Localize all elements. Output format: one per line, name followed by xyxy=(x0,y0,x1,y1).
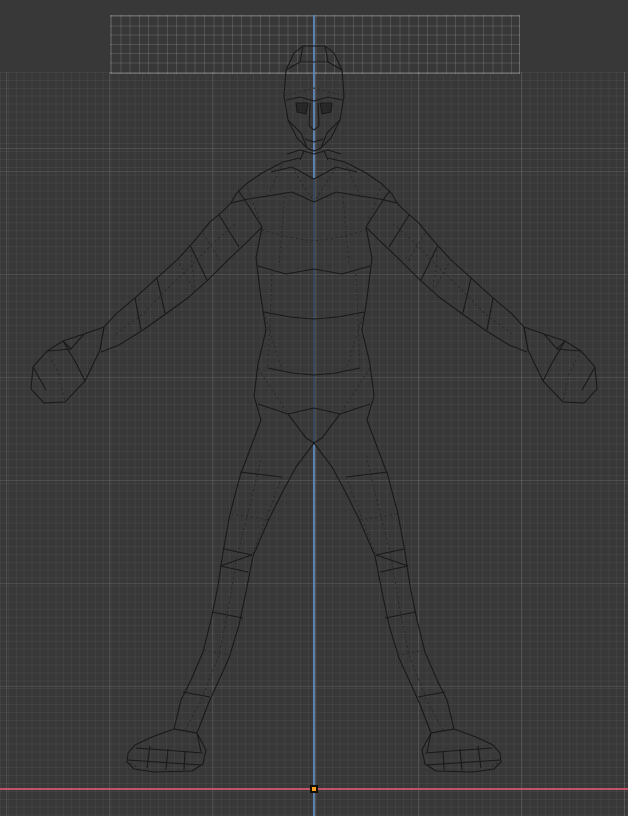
mesh-edge-arm-loop6 xyxy=(486,297,494,331)
mesh-edge-neck-left xyxy=(299,150,305,161)
mesh-edge-foot-soleline xyxy=(127,759,202,766)
mesh-edge-hand-crease2 xyxy=(32,366,47,391)
mesh-edge-leg-loop2 xyxy=(357,513,398,521)
mesh-edge-neck-right xyxy=(323,150,329,161)
mesh-edge-collar-loop xyxy=(270,166,358,180)
viewport-3d[interactable] xyxy=(0,0,628,816)
mesh-edge-arm-loop6 xyxy=(134,297,142,331)
mesh-edge-hand-crease1 xyxy=(46,350,66,403)
mesh-edge-nose-left xyxy=(308,102,311,127)
mesh-edge-nose-right xyxy=(317,102,320,127)
mesh-edge-leg-centerline xyxy=(184,454,263,731)
mesh-edge-arm-loop3 xyxy=(420,244,439,281)
mesh-edge-hip-diag xyxy=(339,367,371,415)
mesh-edge-foot-topline xyxy=(424,747,493,754)
mesh-edge-hip-diag xyxy=(257,367,289,415)
mesh-edge-hand-crease1 xyxy=(562,350,582,403)
mesh-edge-arm-diag xyxy=(432,244,439,293)
mesh-edge-flank2 xyxy=(267,273,273,369)
mesh-edge-arm-loop2 xyxy=(202,232,222,264)
mesh-edge-hand-outline xyxy=(523,326,598,404)
mesh-edge-arm-loop5 xyxy=(462,277,472,314)
mesh-edge-foot-toe2 xyxy=(459,748,463,771)
mesh-edge-head-crown xyxy=(285,61,343,71)
mesh-edge-eye-right xyxy=(319,102,333,115)
mesh-edge-arm-loop1 xyxy=(218,214,240,248)
mesh-edge-clav-shoulder xyxy=(230,195,269,204)
mesh-edge-arm-top xyxy=(103,202,232,328)
mesh-edge-leg-diag xyxy=(251,476,283,556)
mesh-edge-foot-toe3 xyxy=(183,750,186,771)
mesh-edge-foot-topline xyxy=(135,747,204,754)
mesh-edge-foot-toe2 xyxy=(165,748,169,771)
mesh-edge-arm-loop5 xyxy=(156,277,166,314)
mesh-edge-ab-diag xyxy=(263,311,283,371)
mesh-edge-leg-inner xyxy=(313,442,432,734)
mesh-edge-flank2 xyxy=(355,273,361,369)
mesh-edge-knee-x xyxy=(219,554,253,567)
mesh-edge-knee-loop2 xyxy=(219,565,249,573)
mesh-edge-shin-loop xyxy=(393,649,425,657)
mesh-edge-leg-centerline xyxy=(365,454,444,731)
mesh-edge-leg-loop2 xyxy=(230,513,271,521)
mesh-edge-hand-knuckle xyxy=(542,340,566,382)
mesh-edge-arm-centerline xyxy=(115,223,236,335)
mesh-edge-arm-diag xyxy=(189,244,196,293)
mesh-edge-hand-thumb xyxy=(46,333,85,352)
mesh-edge-clav-shoulder xyxy=(359,195,398,204)
mesh-edge-arm-top xyxy=(396,202,525,328)
mesh-edge-arm-loop3 xyxy=(189,244,208,281)
mesh-edge-hand-outline xyxy=(30,326,105,404)
mesh-edge-ab-diag xyxy=(345,311,365,371)
mesh-edge-jaw-right xyxy=(320,119,341,149)
mesh-edge-arm-loop2 xyxy=(406,232,426,264)
mesh-edge-arm-centerline xyxy=(392,223,513,335)
origin-point-icon xyxy=(310,785,318,793)
mesh-edge-shin-loop2 xyxy=(182,691,211,698)
mesh-edge-flank1 xyxy=(278,195,286,267)
mesh-edge-flank1 xyxy=(342,195,350,267)
mesh-edge-hand-crease2 xyxy=(581,366,596,391)
mesh-edge-hand-thumb xyxy=(543,333,582,352)
mesh-edge-head-forehead xyxy=(283,87,345,97)
mesh-edge-leg-loop1 xyxy=(239,471,283,478)
mesh-edge-sh-diag1 xyxy=(267,161,284,197)
mesh-edge-leg-diag xyxy=(345,476,377,556)
mesh-edge-leg-inner xyxy=(196,442,315,734)
mesh-edge-nose-bottom xyxy=(308,125,320,131)
mesh-edge-arm-loop4 xyxy=(176,258,196,293)
wireframe-humanoid-mesh[interactable] xyxy=(0,0,628,816)
mesh-edge-arm-loop4 xyxy=(432,258,452,293)
mesh-edge-hand-knuckle xyxy=(62,340,86,382)
mesh-edge-jaw-left xyxy=(287,119,308,149)
mesh-edge-knee-x xyxy=(375,554,409,567)
mesh-edge-leg-loop1 xyxy=(345,471,389,478)
mesh-edge-foot-soleline xyxy=(426,759,501,766)
mesh-edge-shin-loop2 xyxy=(417,691,446,698)
mesh-edge-foot-toe3 xyxy=(442,750,445,771)
mesh-edge-mouth xyxy=(304,138,324,143)
mesh-edge-arm-loop1 xyxy=(388,214,410,248)
origin-point-core xyxy=(312,787,316,791)
mesh-edge-shin-loop xyxy=(203,649,235,657)
mesh-edge-eye-left xyxy=(295,102,309,115)
mesh-edge-sh-diag1 xyxy=(344,161,361,197)
mesh-edge-head-brow xyxy=(285,96,343,102)
mesh-edge-knee-loop2 xyxy=(379,565,409,573)
